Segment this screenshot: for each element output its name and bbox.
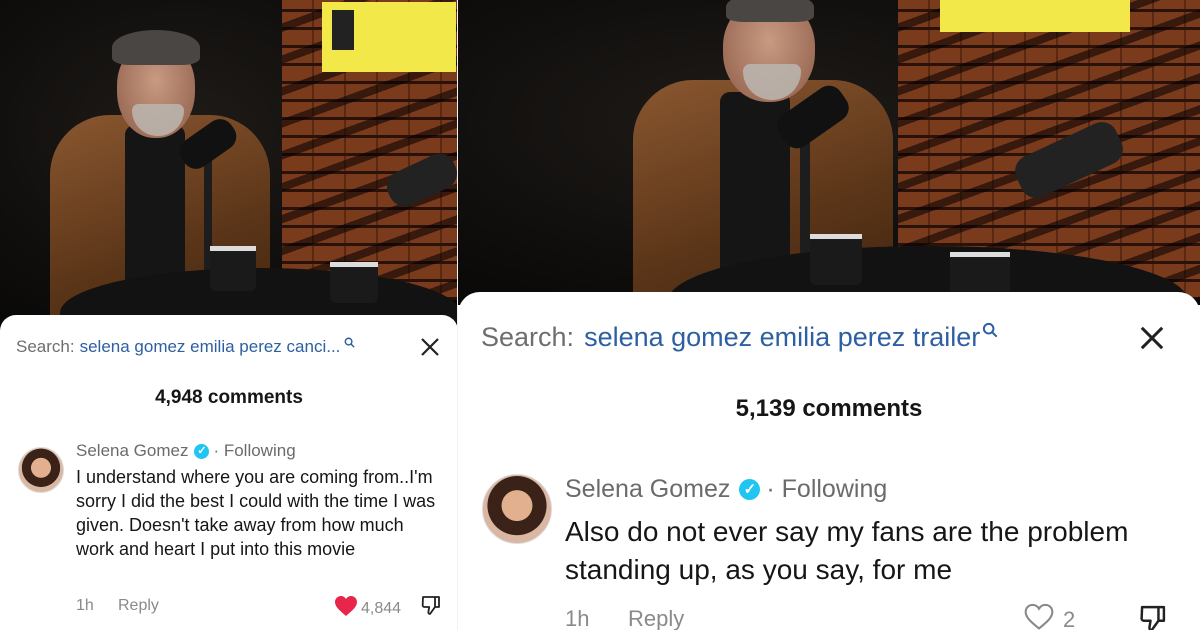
like-button[interactable]: 2 bbox=[1023, 603, 1075, 630]
search-prefix: Search: bbox=[16, 337, 75, 356]
comment-author[interactable]: Selena Gomez bbox=[565, 475, 730, 504]
close-icon[interactable] bbox=[1138, 324, 1166, 357]
mug bbox=[810, 234, 862, 285]
following-label: · Following bbox=[213, 441, 296, 460]
comment-author[interactable]: Selena Gomez bbox=[76, 441, 188, 461]
close-icon[interactable] bbox=[419, 336, 441, 363]
heart-icon[interactable] bbox=[1023, 603, 1055, 630]
search-bar[interactable]: Search: selena gomez emilia perez canci.… bbox=[16, 337, 396, 357]
dislike-icon[interactable] bbox=[420, 594, 442, 621]
comment-time: 1h bbox=[76, 597, 94, 614]
search-bar[interactable]: Search: selena gomez emilia perez traile… bbox=[481, 322, 998, 353]
search-icon[interactable] bbox=[982, 322, 998, 338]
wall-poster bbox=[322, 2, 456, 72]
following-label: · Following bbox=[766, 475, 888, 503]
mug bbox=[210, 246, 256, 291]
search-icon[interactable] bbox=[344, 337, 355, 348]
comment-text: I understand where you are coming from..… bbox=[76, 467, 436, 559]
like-button[interactable]: 4,844 bbox=[334, 595, 401, 622]
heart-icon[interactable] bbox=[334, 595, 358, 622]
mug-2 bbox=[950, 252, 1010, 297]
search-query-link[interactable]: selena gomez emilia perez trailer bbox=[584, 322, 980, 353]
avatar[interactable] bbox=[18, 447, 64, 493]
reply-button[interactable]: Reply bbox=[628, 606, 684, 630]
dislike-icon[interactable] bbox=[1138, 603, 1168, 630]
verified-icon: ✓ bbox=[739, 479, 761, 500]
search-prefix: Search: bbox=[481, 322, 575, 352]
video-frame[interactable] bbox=[0, 0, 458, 330]
comments-count: 4,948 comments bbox=[155, 387, 303, 408]
right-screenshot: Search: selena gomez emilia perez traile… bbox=[458, 0, 1200, 630]
search-query-link[interactable]: selena gomez emilia perez canci... bbox=[80, 337, 341, 357]
reply-button[interactable]: Reply bbox=[118, 597, 159, 615]
avatar[interactable] bbox=[482, 474, 552, 544]
comment-time: 1h bbox=[565, 606, 590, 630]
comment-text: Also do not ever say my fans are the pro… bbox=[565, 516, 1129, 585]
comment-author-row: Selena Gomez ✓ · Following bbox=[76, 441, 296, 461]
wall-poster bbox=[940, 0, 1130, 32]
like-count: 4,844 bbox=[361, 599, 402, 617]
like-count: 2 bbox=[1063, 607, 1076, 630]
mug-2 bbox=[330, 262, 378, 303]
verified-icon: ✓ bbox=[194, 443, 210, 459]
left-screenshot: Search: selena gomez emilia perez canci.… bbox=[0, 0, 458, 630]
comments-count: 5,139 comments bbox=[735, 395, 923, 422]
comment-author-row: Selena Gomez ✓ · Following bbox=[565, 475, 887, 504]
video-frame[interactable] bbox=[458, 0, 1200, 305]
